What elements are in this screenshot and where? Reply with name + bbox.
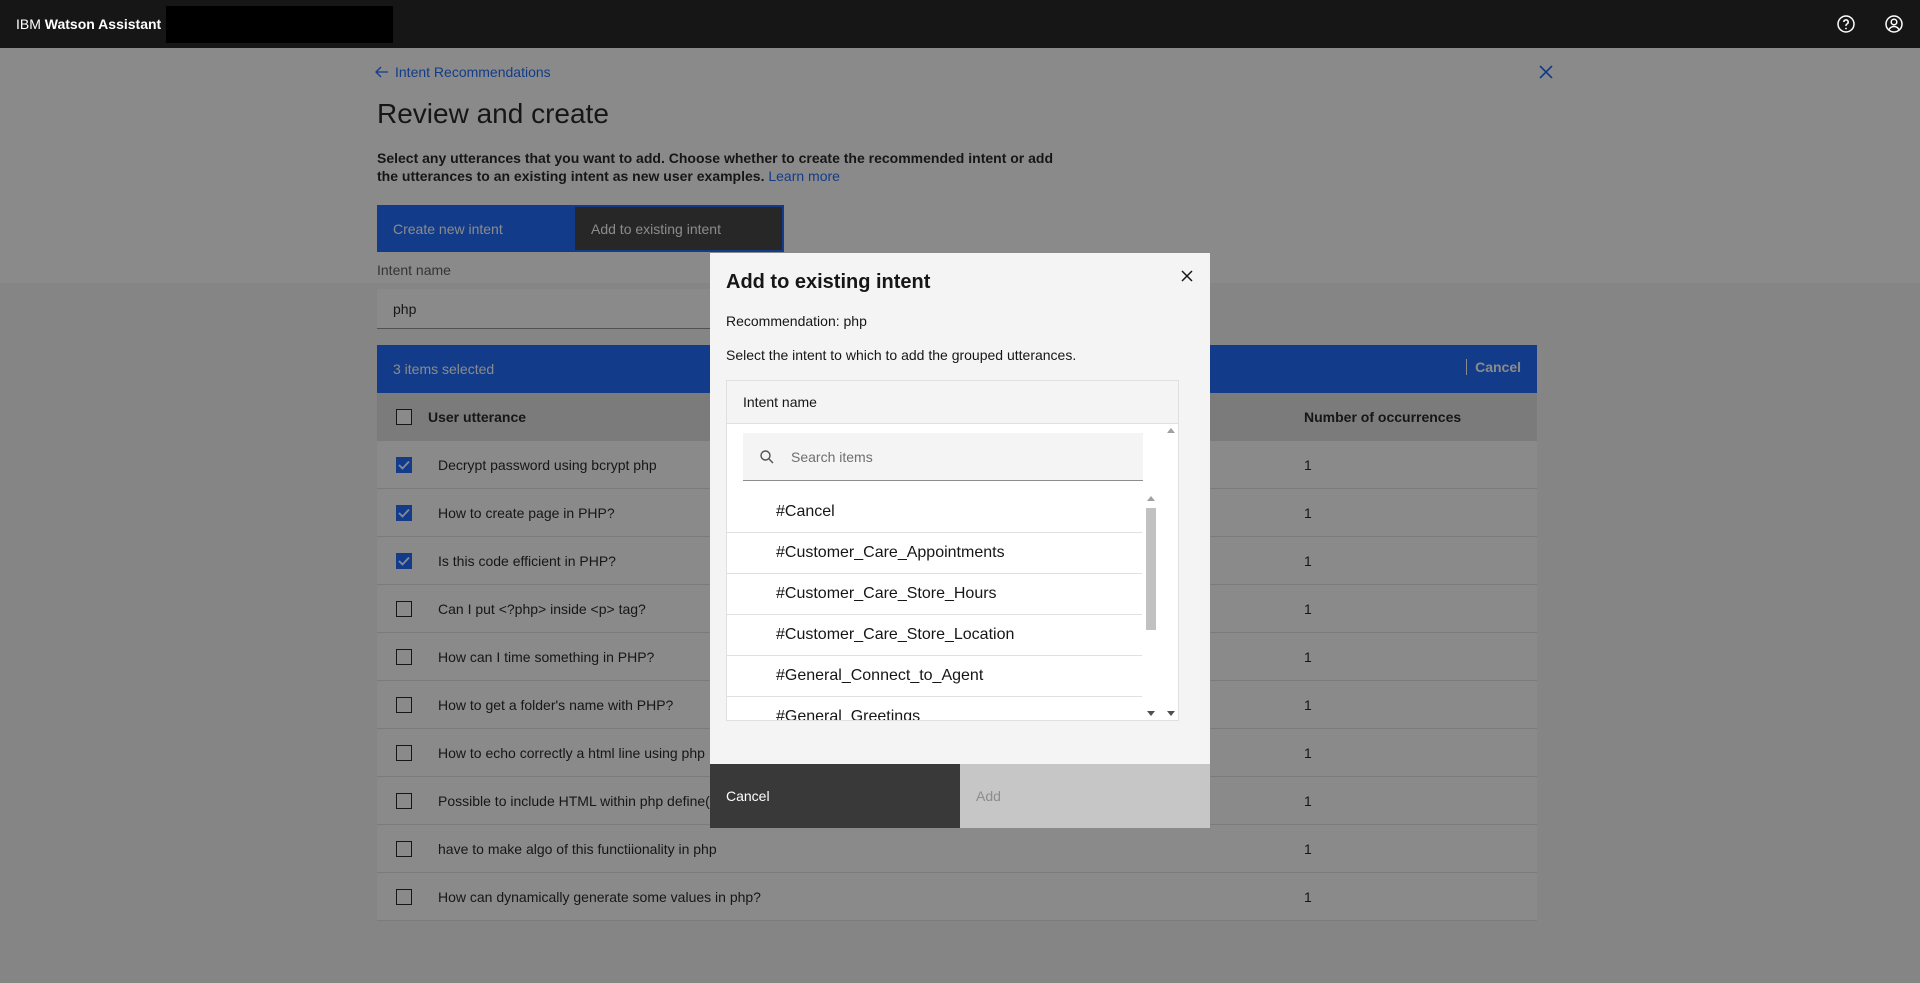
intent-option[interactable]: #Customer_Care_Store_Hours	[727, 574, 1142, 615]
redacted-workspace-name	[166, 6, 393, 43]
intent-option[interactable]: #General_Greetings	[727, 697, 1142, 720]
intent-option[interactable]: #General_Connect_to_Agent	[727, 656, 1142, 697]
cancel-button[interactable]: Cancel	[710, 764, 960, 828]
search-input[interactable]	[791, 448, 1111, 465]
intent-option[interactable]: #Cancel	[727, 492, 1142, 533]
add-button[interactable]: Add	[960, 764, 1210, 828]
intent-option[interactable]: #Customer_Care_Appointments	[727, 533, 1142, 574]
top-header: IBM Watson Assistant	[0, 0, 1920, 48]
intent-list-scrollbar[interactable]	[1144, 492, 1158, 720]
product-brand[interactable]: IBM Watson Assistant	[16, 16, 161, 32]
modal-instruction: Select the intent to which to add the gr…	[726, 347, 1077, 363]
add-to-existing-intent-modal: Add to existing intent Recommendation: p…	[710, 253, 1210, 828]
modal-recommendation: Recommendation: php	[726, 313, 867, 329]
intent-search	[743, 433, 1143, 481]
user-avatar-icon[interactable]	[1880, 10, 1908, 38]
scroll-up-arrow-icon[interactable]	[1147, 496, 1155, 501]
scroll-down-arrow-icon[interactable]	[1167, 711, 1175, 716]
modal-title: Add to existing intent	[726, 271, 931, 293]
scroll-down-arrow-icon[interactable]	[1147, 711, 1155, 716]
intent-items: #Cancel #Customer_Care_Appointments #Custo…	[727, 492, 1142, 720]
outer-scrollbar[interactable]	[1164, 424, 1178, 720]
search-icon	[760, 449, 774, 463]
modal-footer: Cancel Add	[710, 764, 1210, 828]
scrollbar-thumb[interactable]	[1146, 508, 1156, 630]
scroll-up-arrow-icon[interactable]	[1167, 428, 1175, 433]
help-icon[interactable]	[1832, 10, 1860, 38]
intent-list: Intent name #Cancel#Customer_Care_Appoin…	[726, 380, 1179, 721]
intent-list-header: Intent name	[727, 381, 1178, 424]
close-icon[interactable]	[1178, 267, 1196, 285]
intent-option[interactable]: #Customer_Care_Store_Location	[727, 615, 1142, 656]
